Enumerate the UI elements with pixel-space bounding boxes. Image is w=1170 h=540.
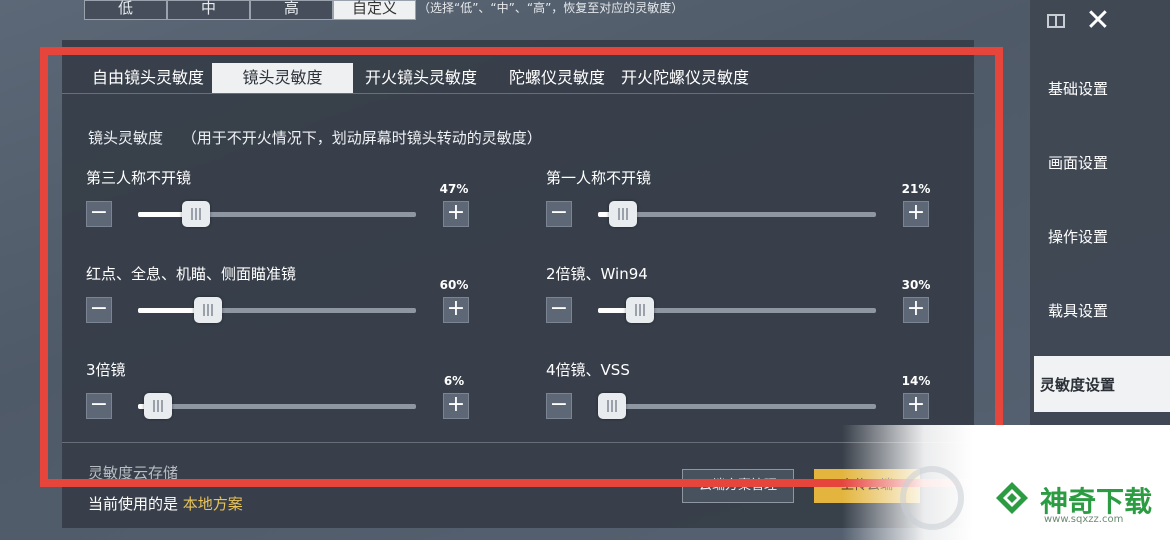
increase-button[interactable]: + (443, 393, 469, 419)
slider-track[interactable] (598, 297, 876, 323)
preset-custom-button[interactable]: 自定义 (333, 0, 416, 20)
slider-label: 红点、全息、机瞄、侧面瞄准镜 (86, 265, 297, 283)
watermark-url: www.sqxzz.com (1044, 514, 1124, 525)
tab-fire-camera[interactable]: 开火镜头灵敏度 (357, 63, 485, 93)
preset-hint: （选择“低”、“中”、“高”，恢复至对应的灵敏度） (418, 1, 684, 15)
increase-button[interactable]: + (903, 393, 929, 419)
close-icon[interactable]: ✕ (1085, 6, 1111, 36)
slider-track[interactable] (598, 201, 876, 227)
side-item-controls[interactable]: 操作设置 (1048, 226, 1108, 247)
watermark-circle-icon (900, 466, 964, 530)
decrease-button[interactable]: − (86, 393, 112, 419)
increase-button[interactable]: + (903, 297, 929, 323)
current-plan-name: 本地方案 (182, 495, 243, 513)
increase-button[interactable]: + (903, 201, 929, 227)
current-plan-prefix: 当前使用的是 (88, 495, 179, 513)
sensitivity-panel (62, 40, 974, 528)
slider-value: 14% (901, 374, 931, 388)
slider-thumb[interactable] (182, 201, 210, 227)
side-item-sensitivity[interactable]: 灵敏度设置 (1040, 374, 1115, 395)
slider-thumb[interactable] (144, 393, 172, 419)
preset-mid-button[interactable]: 中 (167, 0, 250, 20)
slider-track[interactable] (138, 297, 416, 323)
decrease-button[interactable]: − (86, 297, 112, 323)
decrease-button[interactable]: − (546, 393, 572, 419)
slider-label: 第一人称不开镜 (546, 169, 652, 187)
slider-thumb[interactable] (609, 201, 637, 227)
slider-value: 60% (439, 278, 469, 292)
section-title: 镜头灵敏度 （用于不开火情况下，划动屏幕时镜头转动的灵敏度） (88, 127, 542, 148)
leaf-logo-icon (996, 482, 1028, 514)
slider-thumb[interactable] (598, 393, 626, 419)
slider-track[interactable] (138, 393, 416, 419)
preset-low-button[interactable]: 低 (84, 0, 167, 20)
slider-label: 第三人称不开镜 (86, 169, 192, 187)
slider-track[interactable] (598, 393, 876, 419)
section-note: （用于不开火情况下，划动屏幕时镜头转动的灵敏度） (181, 129, 542, 147)
cloud-plan-button[interactable]: 云端方案管理 (682, 469, 794, 503)
section-title-text: 镜头灵敏度 (88, 129, 164, 147)
slider-value: 47% (439, 182, 469, 196)
tab-free-look[interactable]: 自由镜头灵敏度 (84, 63, 212, 93)
tab-bar: 自由镜头灵敏度 镜头灵敏度 开火镜头灵敏度 陀螺仪灵敏度 开火陀螺仪灵敏度 (84, 63, 757, 93)
slider-label: 3倍镜 (86, 361, 126, 379)
side-item-vehicle[interactable]: 载具设置 (1048, 300, 1108, 321)
slider-value: 30% (901, 278, 931, 292)
tab-divider (62, 93, 974, 94)
current-plan: 当前使用的是 本地方案 (88, 493, 243, 514)
decrease-button[interactable]: − (546, 297, 572, 323)
increase-button[interactable]: + (443, 297, 469, 323)
slider-thumb[interactable] (194, 297, 222, 323)
slider-thumb[interactable] (626, 297, 654, 323)
tab-gyroscope[interactable]: 陀螺仪灵敏度 (501, 63, 613, 93)
tab-fire-gyroscope[interactable]: 开火陀螺仪灵敏度 (613, 63, 757, 93)
footer-divider (62, 442, 974, 443)
book-icon[interactable] (1047, 14, 1065, 28)
slider-value: 21% (901, 182, 931, 196)
decrease-button[interactable]: − (546, 201, 572, 227)
decrease-button[interactable]: − (86, 201, 112, 227)
side-item-basic[interactable]: 基础设置 (1048, 78, 1108, 99)
preset-high-button[interactable]: 高 (250, 0, 333, 20)
side-item-graphics[interactable]: 画面设置 (1048, 152, 1108, 173)
tab-camera[interactable]: 镜头灵敏度 (212, 63, 354, 93)
slider-label: 4倍镜、VSS (546, 361, 630, 379)
preset-bar: 低 中 高 自定义 (84, 0, 416, 20)
cloud-storage-title: 灵敏度云存储 (88, 464, 179, 482)
slider-label: 2倍镜、Win94 (546, 265, 648, 283)
slider-value: 6% (443, 374, 465, 388)
slider-track[interactable] (138, 201, 416, 227)
increase-button[interactable]: + (443, 201, 469, 227)
